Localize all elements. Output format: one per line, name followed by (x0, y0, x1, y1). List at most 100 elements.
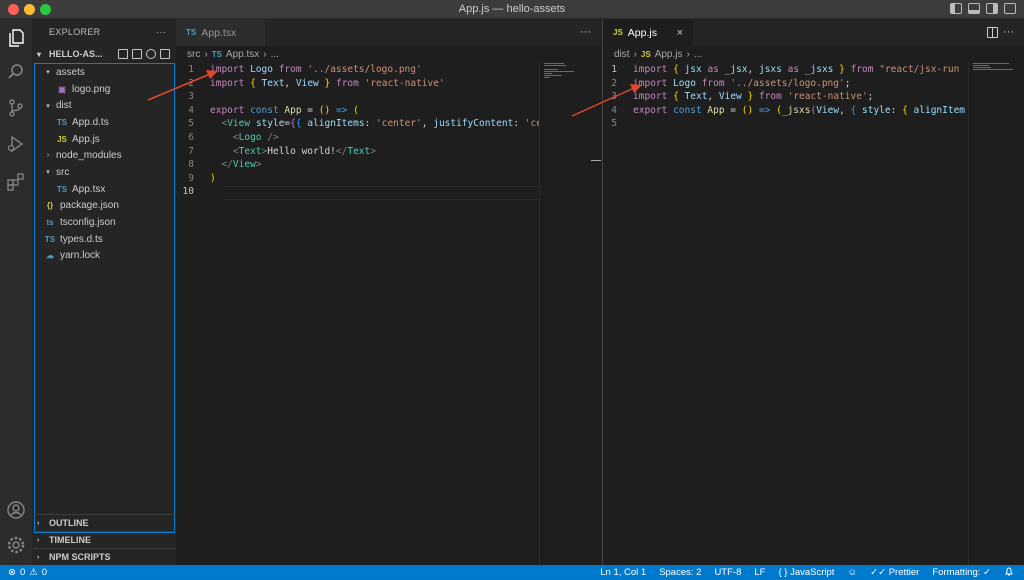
chevron-down-icon: ▾ (46, 102, 50, 110)
run-debug-icon[interactable] (5, 133, 27, 155)
section-label: NPM SCRIPTS (49, 552, 111, 562)
error-icon: ⊗ (8, 567, 16, 578)
split-editor-icon[interactable] (987, 27, 998, 38)
warning-icon: ⚠ (29, 567, 38, 578)
chevron-down-icon: ▾ (37, 49, 42, 59)
tree-item[interactable]: ▾ src (35, 164, 174, 181)
tree-item[interactable]: ts tsconfig.json (35, 214, 174, 231)
typescript-file-icon: TS (211, 49, 222, 59)
check-all-icon: ✓✓ (870, 567, 887, 578)
typescript-file-icon: TS (56, 184, 68, 194)
copilot-icon[interactable]: ☺ (847, 567, 857, 578)
problems-indicator[interactable]: ⊗ 0 ⚠ 0 (0, 567, 47, 578)
new-folder-icon[interactable] (132, 49, 142, 59)
customize-layout-icon[interactable] (1004, 3, 1016, 14)
tree-item[interactable]: ☁ yarn.lock (35, 248, 174, 265)
breadcrumb-folder[interactable]: src (187, 49, 200, 60)
chevron-right-icon: › (263, 48, 267, 60)
refresh-icon[interactable] (146, 49, 156, 59)
settings-gear-icon[interactable] (5, 534, 27, 556)
formatting-label: Formatting: (932, 567, 981, 578)
source-control-icon[interactable] (5, 97, 27, 119)
tree-item[interactable]: ▾ assets (35, 64, 174, 81)
cursor-position[interactable]: Ln 1, Col 1 (600, 567, 646, 578)
chevron-down-icon: ▾ (46, 169, 50, 177)
tab-app-tsx[interactable]: TS App.tsx (176, 19, 266, 46)
tree-item[interactable]: TS App.tsx (35, 181, 174, 198)
encoding[interactable]: UTF-8 (714, 567, 741, 578)
chevron-right-icon: › (37, 553, 40, 561)
minimap[interactable] (539, 62, 591, 565)
chevron-right-icon: › (46, 152, 50, 160)
editor-more-actions-button[interactable]: ··· (1003, 26, 1014, 38)
toggle-panel-icon[interactable] (968, 3, 980, 14)
section-timeline[interactable]: › TIMELINE (33, 531, 176, 548)
tree-item-label: App.js (72, 133, 100, 145)
end-of-line[interactable]: LF (754, 567, 765, 578)
notifications-bell-icon[interactable] (1004, 566, 1014, 579)
extensions-icon[interactable] (5, 171, 27, 193)
new-file-icon[interactable] (118, 49, 128, 59)
tree-item[interactable]: JS App.js (35, 131, 174, 148)
warning-count: 0 (41, 567, 48, 578)
indentation[interactable]: Spaces: 2 (659, 567, 701, 578)
editor-group-right: JS App.js × ··· dist › JS App.js › ... 1… (602, 19, 1024, 565)
tree-item-label: node_modules (56, 150, 122, 162)
code-editor[interactable]: 1 import Logo from '../assets/logo.png' 2… (176, 62, 601, 200)
tree-item[interactable]: ▾ dist (35, 97, 174, 114)
typescript-file-icon: TS (56, 117, 68, 127)
tab-label: App.js (627, 26, 657, 39)
formatting-status[interactable]: Formatting: ✓ (932, 567, 991, 578)
search-icon[interactable] (5, 61, 27, 83)
language-mode[interactable]: { } JavaScript (778, 567, 834, 578)
workspace-root[interactable]: ▾ HELLO-AS... (33, 45, 176, 63)
json-file-icon: {} (46, 201, 54, 211)
prettier-status[interactable]: ✓✓ Prettier (870, 567, 919, 578)
check-icon: ✓ (983, 567, 991, 578)
javascript-file-icon: JS (57, 134, 67, 144)
tree-item[interactable]: TS types.d.ts (35, 231, 174, 248)
section-outline[interactable]: › OUTLINE (33, 514, 176, 531)
breadcrumb-symbol[interactable]: ... (694, 49, 702, 60)
breadcrumb-symbol[interactable]: ... (271, 49, 279, 60)
window-title: App.js — hello-assets (458, 3, 566, 15)
tree-item[interactable]: {} package.json (35, 198, 174, 215)
section-npm-scripts[interactable]: › NPM SCRIPTS (33, 548, 176, 565)
files-icon[interactable] (5, 27, 27, 49)
tab-app-js[interactable]: JS App.js × (603, 19, 693, 46)
editor-more-actions-button[interactable]: ··· (580, 26, 591, 38)
close-tab-icon[interactable]: × (677, 27, 683, 39)
tree-item-label: types.d.ts (60, 233, 103, 245)
breadcrumb-folder[interactable]: dist (614, 49, 630, 60)
tree-item-label: package.json (60, 200, 119, 212)
tsconfig-file-icon: ts (46, 218, 54, 228)
scrollbar-marker[interactable] (591, 160, 601, 161)
breadcrumb-file[interactable]: App.tsx (226, 49, 259, 60)
collapse-all-icon[interactable] (160, 49, 170, 59)
error-count: 0 (19, 567, 26, 578)
tree-item-label: dist (56, 100, 72, 112)
javascript-file-icon: JS (613, 28, 623, 37)
toggle-sidebar-icon[interactable] (950, 3, 962, 14)
tree-item-label: App.d.ts (72, 116, 109, 128)
minimap[interactable] (968, 62, 1020, 565)
breadcrumb-file[interactable]: App.js (655, 49, 683, 60)
javascript-file-icon: JS (640, 49, 651, 59)
tree-item-label: tsconfig.json (60, 217, 116, 229)
chevron-right-icon: › (37, 519, 40, 527)
account-icon[interactable] (5, 499, 27, 521)
tree-item[interactable]: TS App.d.ts (35, 114, 174, 131)
tree-item[interactable]: › node_modules (35, 147, 174, 164)
editor-group-left: TS App.tsx ··· src › TS App.tsx › ... 1i… (176, 19, 601, 565)
tree-item[interactable]: ▣ logo.png (35, 81, 174, 98)
toggle-secondary-sidebar-icon[interactable] (986, 3, 998, 14)
typescript-file-icon: TS (186, 28, 197, 37)
workspace-root-label: HELLO-AS... (49, 49, 103, 59)
explorer-more-button[interactable]: ··· (156, 27, 166, 37)
status-bar: ⊗ 0 ⚠ 0 Ln 1, Col 1 Spaces: 2 UTF-8 LF {… (0, 565, 1024, 580)
braces-icon: { } (778, 567, 788, 578)
tab-label: App.tsx (201, 26, 237, 39)
code-editor[interactable]: 1 import { jsx as _jsx, jsxs as _jsxs } f… (603, 62, 1024, 132)
tree-item-label: src (56, 166, 70, 178)
tree-item-label: assets (56, 66, 85, 78)
